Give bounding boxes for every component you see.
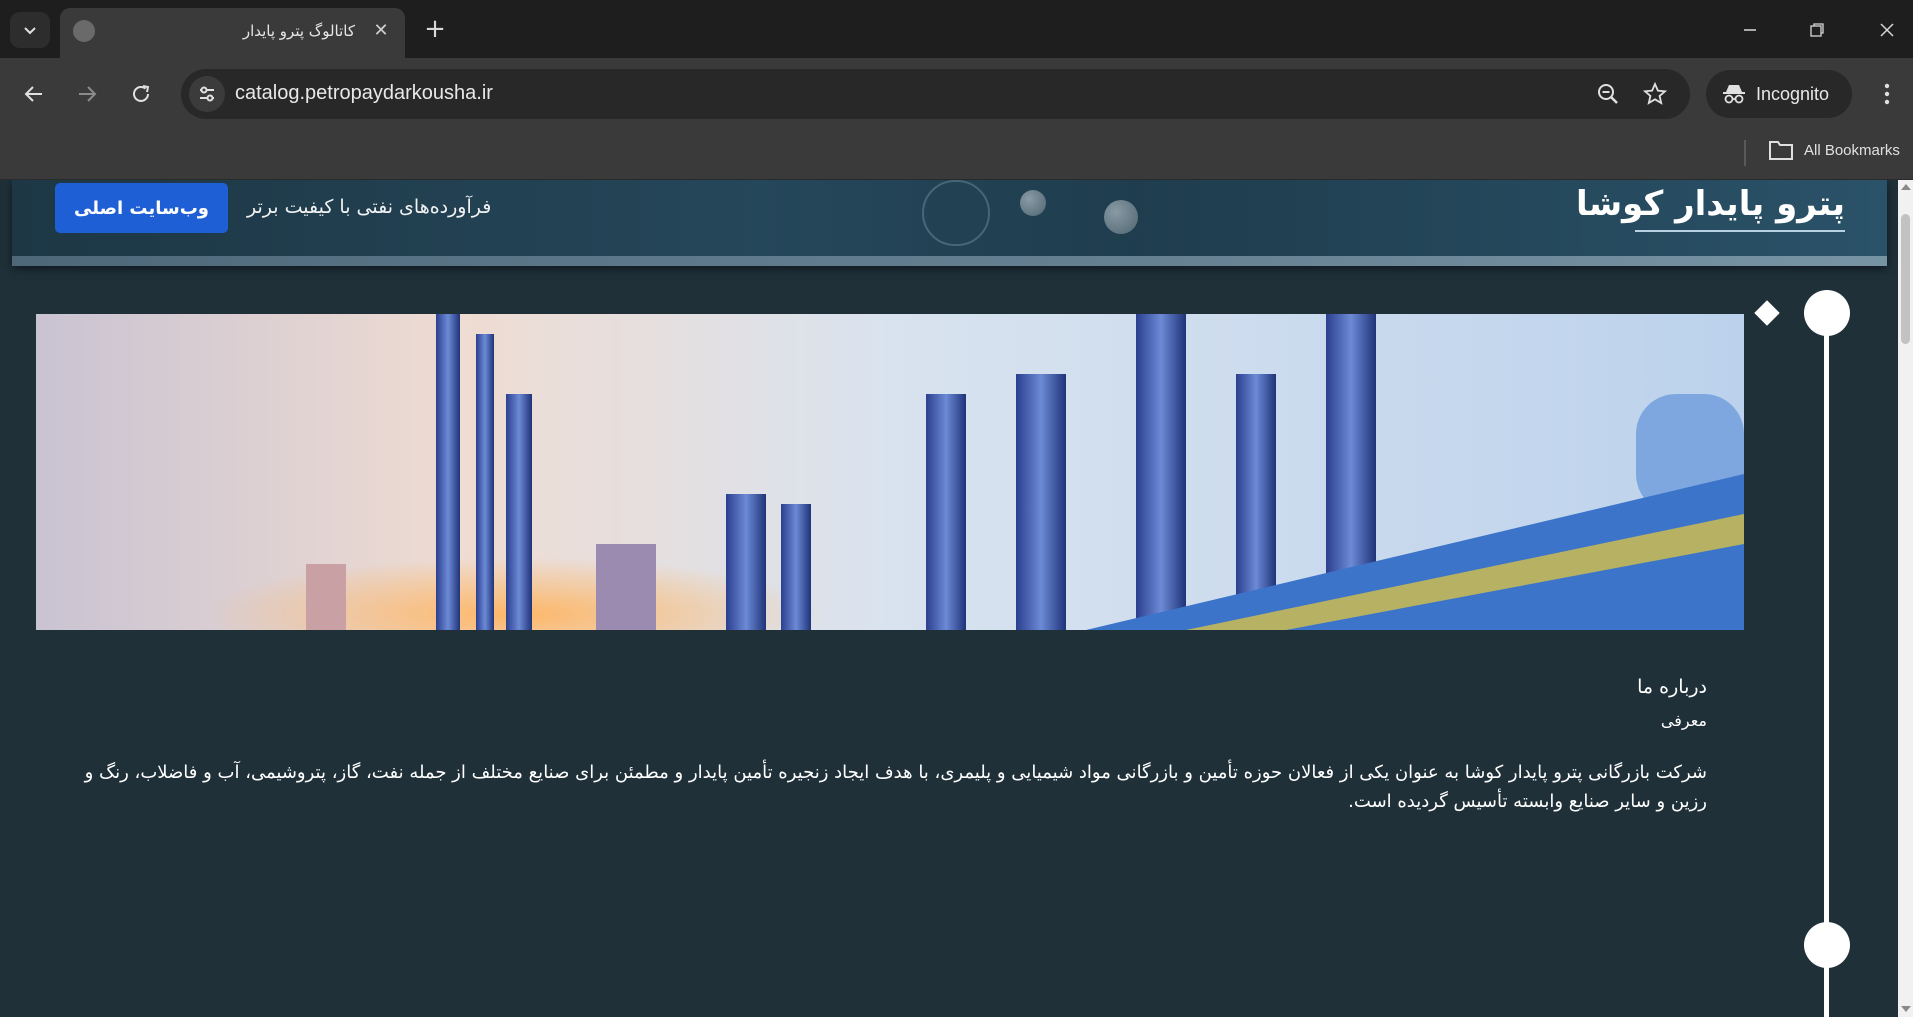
browser-toolbar: catalog.petropaydarkousha.ir Incognito <box>0 58 1913 130</box>
incognito-icon <box>1723 85 1745 104</box>
scroll-thumb[interactable] <box>1901 214 1910 344</box>
tagline: فرآورده‌های نفتی با کیفیت برتر <box>247 196 492 218</box>
all-bookmarks-button[interactable]: All Bookmarks <box>1768 139 1900 161</box>
incognito-label: Incognito <box>1756 83 1830 104</box>
bookmark-star-icon[interactable] <box>1640 79 1670 109</box>
about-title: درباره ما <box>1637 676 1707 698</box>
close-window-icon[interactable] <box>1867 10 1907 50</box>
main-website-button[interactable]: وب‌سایت اصلی <box>55 183 228 233</box>
reload-icon <box>133 85 150 102</box>
timeline-dot <box>1804 290 1850 336</box>
arrow-left-icon <box>24 86 42 102</box>
chevron-down-icon <box>24 27 36 35</box>
url-text[interactable]: catalog.petropaydarkousha.ir <box>235 82 493 105</box>
tab-search-button[interactable] <box>10 12 50 48</box>
header-strip <box>12 256 1887 266</box>
scroll-down-icon[interactable] <box>1901 1006 1911 1012</box>
reload-button[interactable] <box>121 74 161 114</box>
new-tab-button[interactable]: + <box>418 12 452 46</box>
refinery-banner-image <box>36 314 1744 630</box>
arrow-right-icon <box>79 86 97 102</box>
about-subtitle: معرفی <box>1660 711 1707 730</box>
tab-title: کاتالوگ پترو پایدار <box>242 22 355 40</box>
more-vertical-icon <box>1884 83 1890 105</box>
site-info-button[interactable] <box>189 76 225 112</box>
timeline-dot <box>1804 922 1850 968</box>
scroll-up-icon[interactable] <box>1901 184 1911 190</box>
zoom-icon[interactable] <box>1593 79 1623 109</box>
bookmarks-separator <box>1744 140 1746 166</box>
forward-button[interactable] <box>67 74 107 114</box>
browser-menu-button[interactable] <box>1872 74 1902 114</box>
site-header: پترو پایدار کوشا فرآورده‌های نفتی با کیف… <box>12 180 1887 266</box>
brand-underline <box>1635 230 1845 232</box>
restore-icon[interactable] <box>1797 10 1837 50</box>
bookmarks-bar: All Bookmarks <box>0 130 1913 180</box>
tune-icon <box>200 86 214 102</box>
address-bar[interactable]: catalog.petropaydarkousha.ir <box>181 69 1690 119</box>
globe-icon <box>73 20 95 42</box>
header-bubble <box>1104 200 1138 234</box>
tab-strip: کاتالوگ پترو پایدار ✕ + <box>0 0 1913 58</box>
about-body: شرکت بازرگانی پترو پایدار کوشا به عنوان … <box>84 762 1707 812</box>
minimize-icon[interactable] <box>1730 10 1770 50</box>
all-bookmarks-label: All Bookmarks <box>1804 141 1900 159</box>
timeline-diamond <box>1754 300 1780 326</box>
timeline-line <box>1824 314 1829 1017</box>
page-viewport: پترو پایدار کوشا فرآورده‌های نفتی با کیف… <box>0 180 1898 1017</box>
active-tab[interactable]: کاتالوگ پترو پایدار ✕ <box>60 8 405 58</box>
incognito-indicator[interactable]: Incognito <box>1706 70 1852 118</box>
header-bubble <box>1020 190 1046 216</box>
folder-icon <box>1769 141 1793 160</box>
header-decoration <box>922 180 990 246</box>
brand-title: پترو پایدار کوشا <box>1575 184 1845 224</box>
page-scrollbar[interactable] <box>1898 180 1913 1017</box>
back-button[interactable] <box>14 74 54 114</box>
close-tab-icon[interactable]: ✕ <box>369 18 393 42</box>
